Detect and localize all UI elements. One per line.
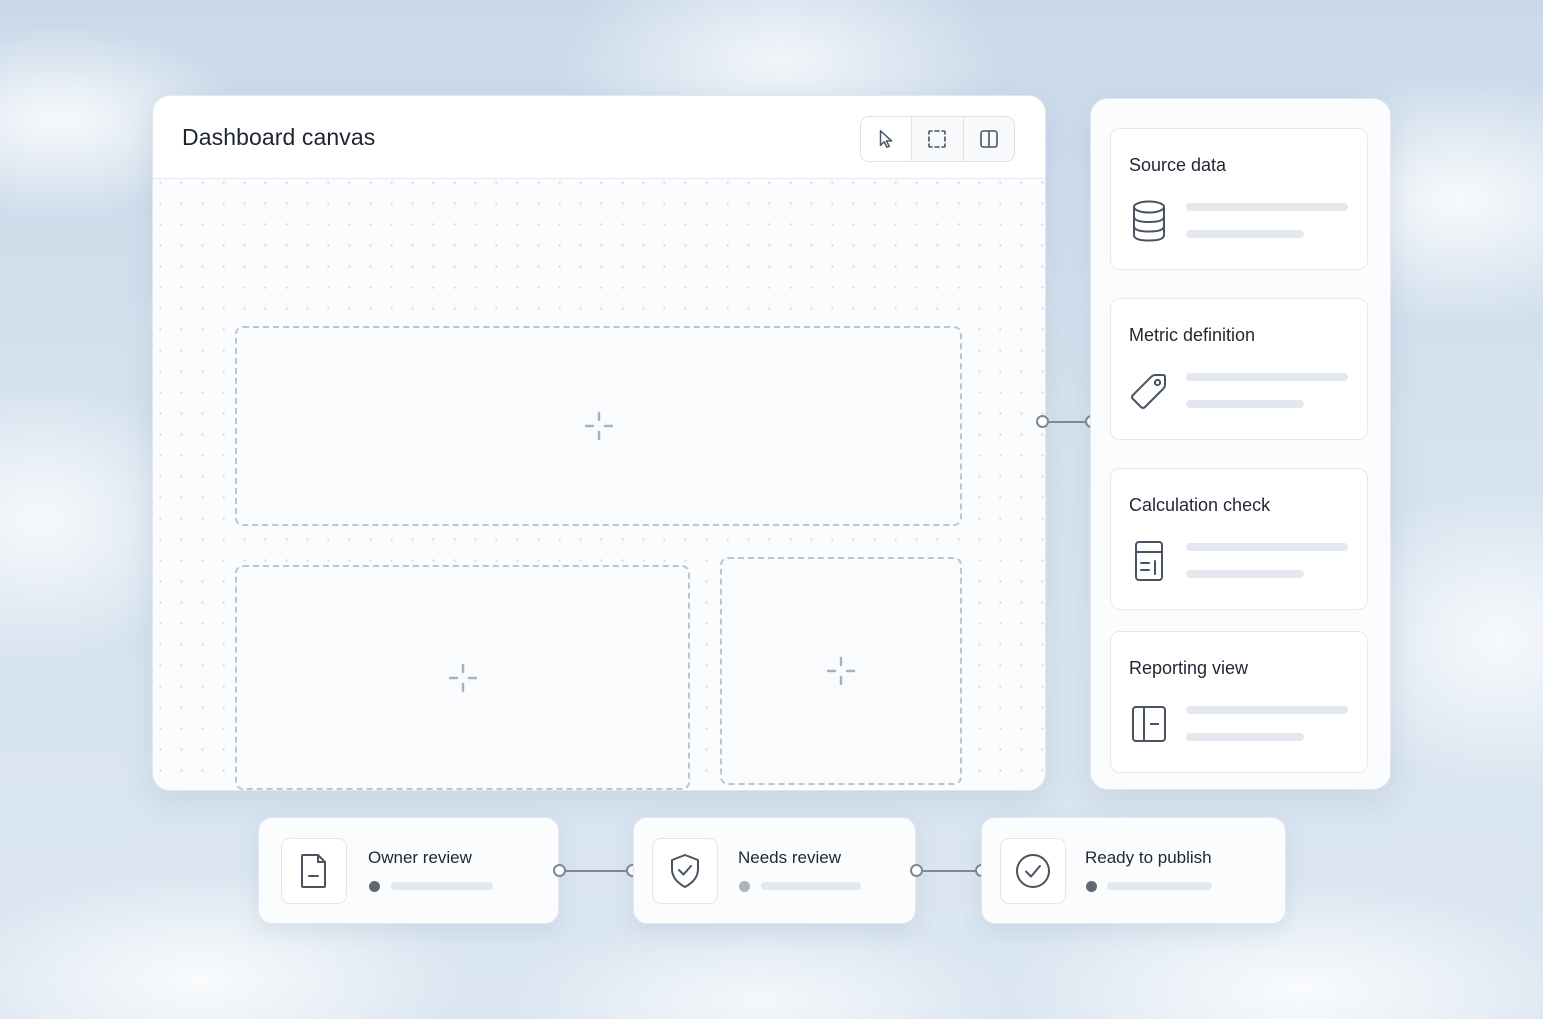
tag-icon [1131, 374, 1166, 409]
drop-zone-top[interactable] [235, 326, 962, 526]
database-icon [1133, 200, 1165, 242]
stage-icon-box [1000, 838, 1066, 904]
step-title: Reporting view [1129, 658, 1249, 678]
stage-card-ready-to-publish[interactable]: Ready to publish [981, 817, 1286, 924]
connector-node[interactable] [1036, 415, 1049, 428]
placeholder-line [1186, 733, 1304, 741]
step-card-calculation-check[interactable]: Calculation check [1110, 468, 1368, 610]
placeholder-line [1186, 373, 1348, 381]
placeholder-line [1186, 570, 1304, 578]
crosshair-plus-icon [826, 656, 856, 686]
connector-line [1049, 420, 1085, 423]
status-dot [739, 881, 750, 892]
step-title: Source data [1129, 155, 1227, 175]
stage-card-needs-review[interactable]: Needs review [633, 817, 916, 924]
shield-check-icon [671, 854, 699, 888]
stage-icon-box [281, 838, 347, 904]
check-circle-icon [1016, 854, 1050, 888]
placeholder-line [1186, 543, 1348, 551]
connector-line [566, 869, 626, 872]
connector-line [923, 869, 975, 872]
pipeline-steps-panel: Source data Metric definition Calculatio… [1090, 98, 1391, 790]
step-title: Metric definition [1129, 325, 1256, 345]
crosshair-plus-icon [448, 663, 477, 692]
split-panel-icon [980, 130, 998, 148]
stage-connector [910, 864, 988, 877]
crosshair-plus-icon [584, 411, 613, 441]
status-dot [369, 881, 380, 892]
placeholder-line [1186, 203, 1348, 211]
stage-label: Ready to publish [1085, 848, 1212, 867]
progress-placeholder-line [761, 882, 861, 890]
placeholder-line [1186, 230, 1304, 238]
dashboard-canvas-panel: Dashboard canvas [152, 95, 1046, 791]
step-card-reporting-view[interactable]: Reporting view [1110, 631, 1368, 773]
canvas-toolbar [860, 116, 1015, 162]
connector-node[interactable] [910, 864, 923, 877]
placeholder-line [1186, 400, 1304, 408]
layout-icon [1132, 706, 1166, 742]
stage-icon-box [652, 838, 718, 904]
connector-node[interactable] [553, 864, 566, 877]
pointer-icon [879, 130, 893, 148]
progress-placeholder-line [1107, 882, 1212, 890]
marquee-select-tool-button[interactable] [912, 117, 964, 161]
split-panel-tool-button[interactable] [964, 117, 1014, 161]
marquee-select-icon [928, 130, 947, 148]
pointer-tool-button[interactable] [861, 117, 913, 161]
step-card-source-data[interactable]: Source data [1110, 128, 1368, 270]
calculator-icon [1135, 541, 1163, 581]
canvas-title: Dashboard canvas [182, 124, 376, 150]
stage-label: Needs review [738, 848, 841, 867]
canvas-panel-connector [1036, 415, 1098, 428]
placeholder-line [1186, 706, 1348, 714]
canvas-header: Dashboard canvas [153, 96, 1045, 179]
stage-connector [553, 864, 639, 877]
canvas-grid-area[interactable] [153, 179, 1045, 790]
stage-card-owner-review[interactable]: Owner review [258, 817, 559, 924]
progress-placeholder-line [391, 882, 493, 890]
status-dot [1086, 881, 1097, 892]
step-card-metric-definition[interactable]: Metric definition [1110, 298, 1368, 440]
drop-zone-bottom-left[interactable] [235, 565, 690, 790]
stage-label: Owner review [368, 848, 472, 867]
document-icon [301, 854, 326, 888]
drop-zone-bottom-right[interactable] [720, 557, 962, 785]
step-title: Calculation check [1129, 495, 1271, 515]
